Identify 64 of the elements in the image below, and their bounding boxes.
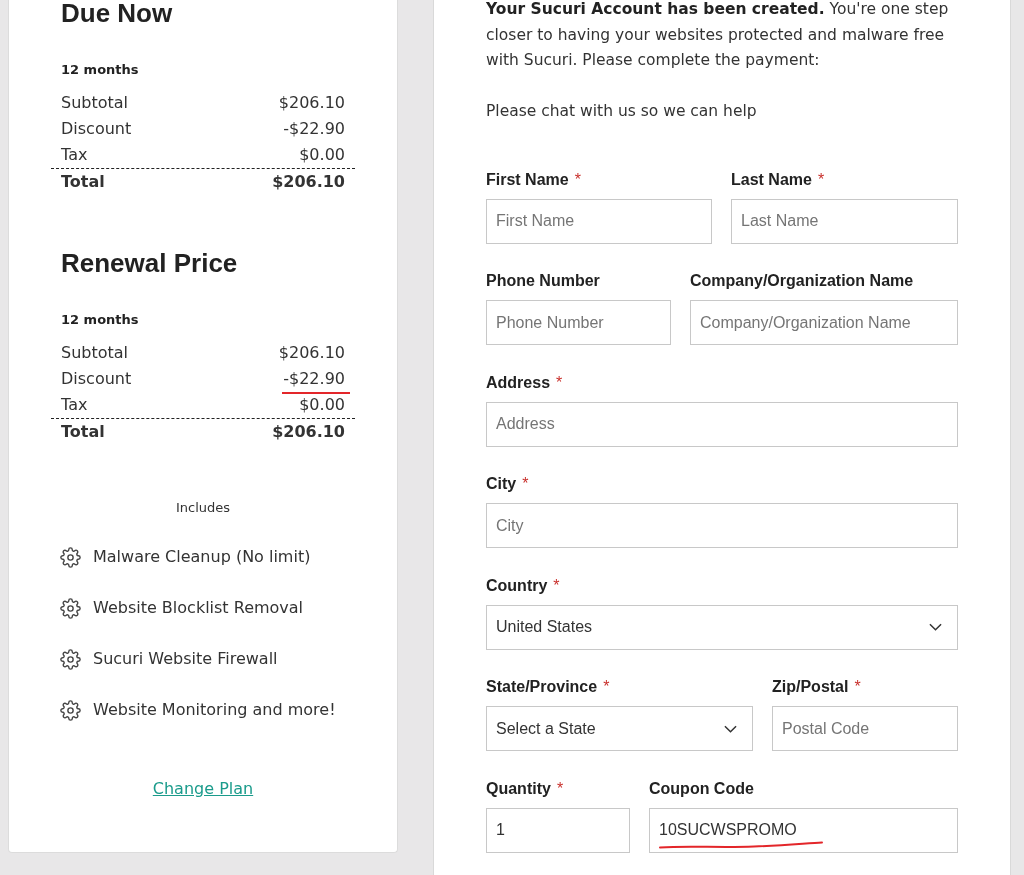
includes-heading: Includes bbox=[174, 499, 232, 517]
gear-icon bbox=[60, 546, 81, 568]
summary-value: -$22.90 bbox=[283, 369, 345, 388]
input-field[interactable]: First Name bbox=[486, 198, 712, 244]
term-label: 12 months bbox=[60, 311, 140, 329]
input-field[interactable]: 10SUCWSPROMO bbox=[649, 807, 958, 853]
summary-label: Subtotal bbox=[61, 92, 129, 114]
summary-value: $0.00 bbox=[299, 145, 345, 164]
field-label: Zip/Postal bbox=[772, 677, 849, 697]
field-label: First Name bbox=[486, 169, 569, 190]
summary-label: Discount bbox=[61, 368, 132, 390]
input-field[interactable]: City bbox=[486, 503, 958, 548]
gear-icon bbox=[60, 699, 81, 721]
field-label: Quantity bbox=[486, 778, 551, 799]
term-label: 12 months bbox=[60, 61, 140, 79]
field-label: Coupon Code bbox=[649, 778, 754, 799]
required-asterisk: * bbox=[574, 169, 581, 190]
feature-text: Website Blocklist Removal bbox=[93, 597, 304, 619]
summary-label: Discount bbox=[61, 118, 132, 140]
required-asterisk: * bbox=[522, 474, 529, 494]
feature-text: Sucuri Website Firewall bbox=[93, 648, 278, 670]
section-heading: Renewal Price bbox=[60, 248, 239, 278]
required-asterisk: * bbox=[817, 169, 825, 190]
field-label: Last Name bbox=[731, 169, 812, 190]
change-plan-link[interactable]: Change Plan bbox=[152, 777, 254, 801]
field-label: City bbox=[486, 474, 517, 494]
summary-value: $206.10 bbox=[272, 172, 345, 191]
summary-value: $206.10 bbox=[278, 93, 345, 112]
field-label: Country bbox=[486, 575, 548, 596]
feature-text: Malware Cleanup (No limit) bbox=[93, 546, 311, 568]
help-text: Please chat with us so we can help bbox=[486, 101, 758, 122]
input-field[interactable]: 1 bbox=[486, 807, 630, 853]
select-field[interactable]: Select a State bbox=[486, 706, 753, 751]
feature-text: Website Monitoring and more! bbox=[93, 699, 336, 721]
required-asterisk: * bbox=[854, 677, 861, 697]
input-field[interactable]: Phone Number bbox=[486, 300, 671, 345]
input-field[interactable]: Last Name bbox=[731, 198, 958, 244]
summary-value: $206.10 bbox=[272, 422, 345, 441]
summary-value: -$22.90 bbox=[283, 119, 345, 138]
intro-text: Your Sucuri Account has been created. You're one step closer to having your websites protected and malware free with Sucuri. Please complete the payment: bbox=[486, 0, 950, 71]
input-field[interactable]: Postal Code bbox=[772, 706, 958, 751]
summary-value: $206.10 bbox=[278, 343, 345, 362]
field-label: Company/Organization Name bbox=[690, 271, 914, 291]
required-asterisk: * bbox=[603, 677, 610, 697]
section-heading: Due Now bbox=[60, 0, 174, 28]
required-asterisk: * bbox=[553, 575, 560, 596]
field-label: Address bbox=[486, 372, 551, 393]
summary-value: $0.00 bbox=[299, 395, 345, 414]
chevron-down-icon bbox=[724, 724, 737, 733]
input-field[interactable]: Address bbox=[486, 401, 958, 447]
chevron-down-icon bbox=[929, 623, 942, 631]
gear-icon bbox=[60, 648, 81, 670]
field-label: Phone Number bbox=[486, 271, 600, 291]
required-asterisk: * bbox=[556, 778, 564, 799]
summary-label: Total bbox=[61, 421, 105, 443]
select-field[interactable]: United States bbox=[486, 604, 958, 650]
required-asterisk: * bbox=[556, 372, 563, 393]
input-field[interactable]: Company/Organization Name bbox=[690, 300, 958, 345]
field-label: State/Province bbox=[486, 677, 598, 697]
summary-label: Tax bbox=[61, 394, 88, 416]
summary-label: Tax bbox=[61, 144, 88, 166]
gear-icon bbox=[60, 597, 81, 619]
summary-label: Total bbox=[61, 171, 105, 193]
summary-label: Subtotal bbox=[61, 342, 129, 364]
